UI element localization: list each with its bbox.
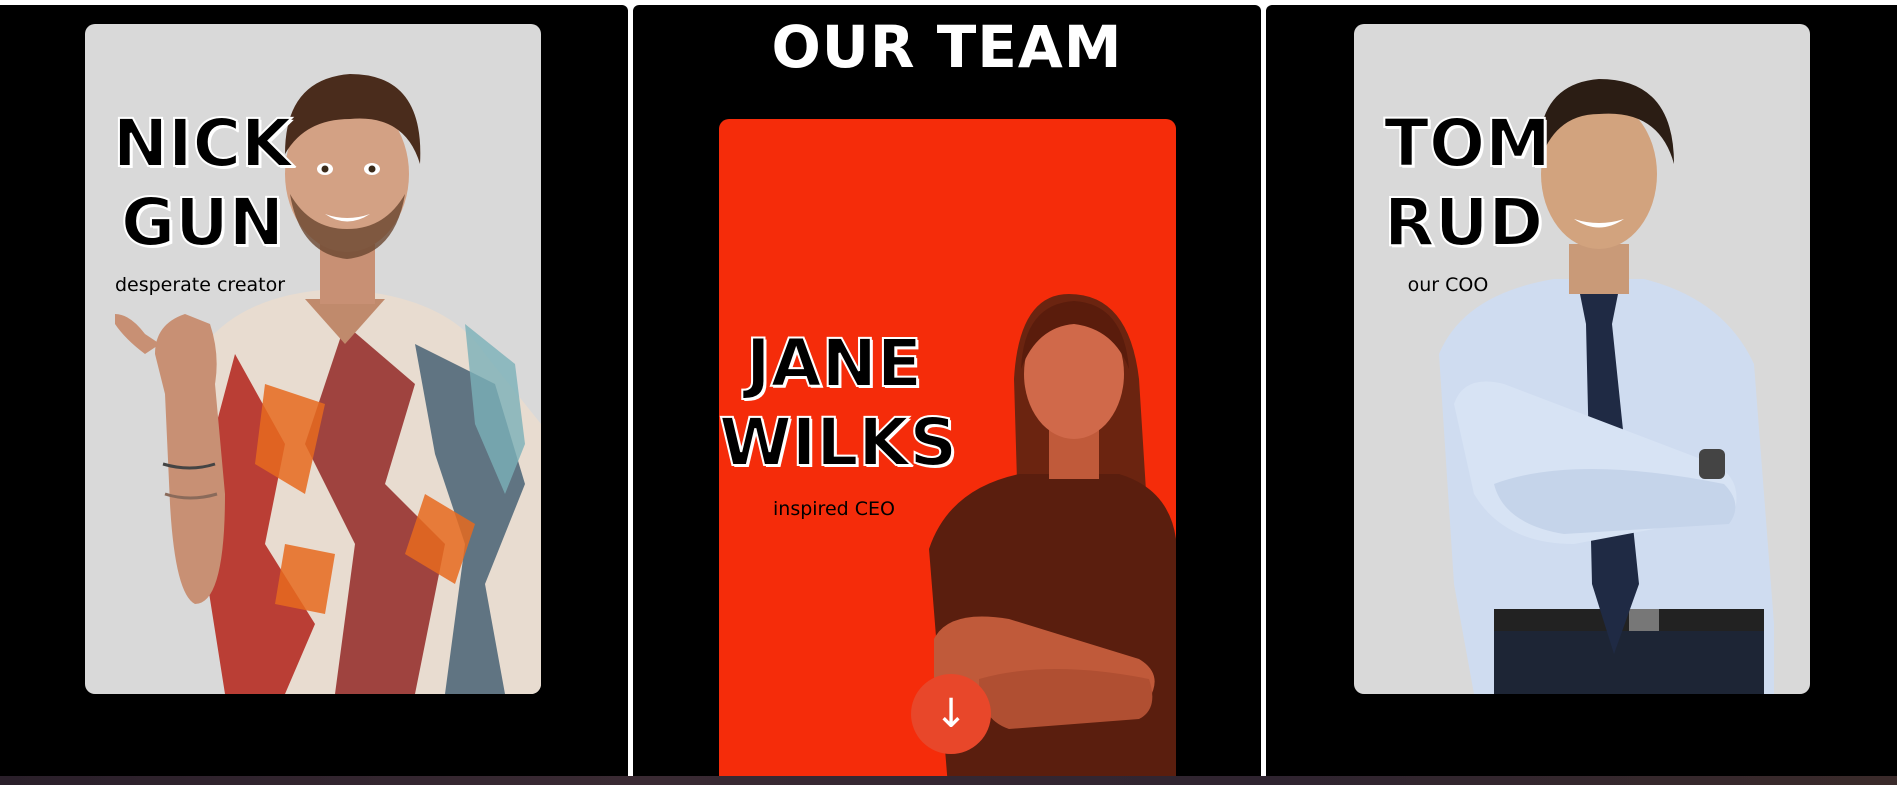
scroll-down-button[interactable]: ↓: [911, 674, 991, 754]
team-panel-right: TOM RUD our COO: [1266, 5, 1897, 777]
team-panel-left: NICK GUN desperate creator: [0, 5, 628, 777]
member-first-name: NICK: [112, 104, 293, 183]
member-last-name: GUN: [120, 183, 285, 262]
section-title: OUR TEAM: [771, 13, 1123, 81]
team-card-jane-wilks[interactable]: JANE WILKS inspired CEO ↓: [719, 119, 1176, 777]
member-name: JANE WILKS: [719, 324, 958, 482]
team-card-tom-rud[interactable]: TOM RUD our COO: [1354, 24, 1810, 694]
member-role: inspired CEO: [773, 498, 895, 520]
team-card-nick-gun[interactable]: NICK GUN desperate creator: [85, 24, 541, 694]
team-panel-center: OUR TEAM JANE WILKS inspired CEO ↓: [633, 5, 1261, 777]
member-role: desperate creator: [114, 274, 286, 296]
arrow-down-icon: ↓: [934, 691, 968, 737]
member-first-name: TOM: [1383, 104, 1552, 183]
member-first-name: JANE: [745, 324, 923, 403]
member-role: our COO: [1407, 274, 1489, 296]
member-name: NICK GUN: [110, 104, 295, 262]
member-name: TOM RUD: [1383, 104, 1552, 262]
member-last-name: WILKS: [719, 403, 958, 482]
member-last-name: RUD: [1383, 183, 1544, 262]
bottom-divider: [0, 776, 1897, 785]
